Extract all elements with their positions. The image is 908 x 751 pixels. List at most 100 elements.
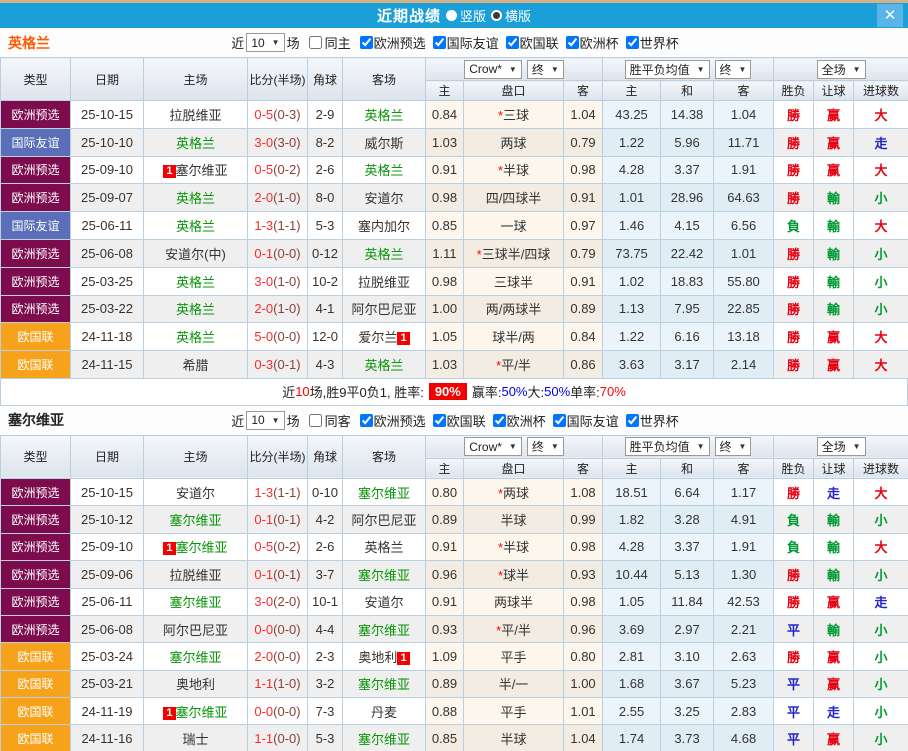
close-icon[interactable]: ✕ (877, 4, 903, 27)
fulltime-score: 5-0 (254, 329, 274, 345)
radio-checked-icon[interactable] (491, 10, 502, 21)
same-venue-label: 同主 (324, 36, 351, 51)
competition-checkbox[interactable] (552, 413, 566, 427)
lose-mean-cell: 6.56 (713, 211, 775, 240)
match-row: 国际友谊 25-06-11 英格兰 1-3(1-1) 5-3 塞内加尔 0.85 一球 0.97… (0, 211, 908, 240)
win-mean-cell: 1.02 (602, 266, 662, 296)
handicap-cell: 三球半 (463, 266, 564, 296)
handicap-cell: *平/半 (463, 614, 564, 644)
date-cell: 25-06-11 (70, 587, 144, 616)
competition-type-cell: 欧国联 (0, 350, 71, 379)
halftime-score: (0-2) (273, 162, 301, 178)
full-match-select[interactable]: 全场 ▼ (816, 437, 866, 457)
handicap-result-cell: 走 (813, 477, 855, 507)
team-name: 英格兰 (175, 330, 215, 346)
radio-unchecked-icon[interactable] (445, 10, 457, 21)
away-odds-cell: 0.98 (562, 532, 604, 562)
match-row: 欧国联 24-11-19 1 塞尔维亚 0-0(0-0) 7-3 丹麦 0.88 平手 1.01 2… (0, 697, 908, 726)
final-wdl-select[interactable]: 终 ▼ (714, 59, 752, 79)
away-odds-cell: 0.86 (562, 350, 604, 379)
away-team-cell: 英格兰 (342, 155, 426, 185)
handicap-value: 平/半 (501, 358, 531, 374)
competition-checkbox[interactable] (492, 413, 506, 427)
away-odds-cell: 0.98 (562, 587, 604, 616)
competition-checkbox[interactable] (505, 36, 519, 49)
home-team-cell: 1 塞尔维亚 (143, 155, 248, 185)
win-mean-cell: 18.51 (602, 477, 662, 507)
competition-label: 世界杯 (639, 413, 679, 429)
final-wdl-select[interactable]: 终 ▼ (714, 437, 752, 457)
handicap-value: 三球半/四球 (481, 246, 551, 262)
win-rate-badge: 90% (428, 383, 467, 401)
competition-label: 世界杯 (639, 36, 679, 51)
lose-mean-cell: 22.85 (713, 294, 775, 324)
fulltime-score: 2-0 (254, 649, 274, 664)
odds-source-select[interactable]: Crow* ▼ (464, 59, 522, 79)
same-venue-checkbox[interactable] (308, 413, 322, 427)
fulltime-score: 2-0 (254, 301, 274, 317)
score-cell: 2-0(1-0) (247, 294, 308, 324)
col-home: 主场 (143, 434, 248, 479)
near-label: 近 (231, 36, 245, 51)
fulltime-score: 0-1 (254, 566, 274, 582)
fulltime-score: 1-1 (254, 731, 274, 747)
competition-checkbox[interactable] (432, 36, 446, 49)
chevron-down-icon: ▼ (852, 442, 861, 452)
win-mean-cell: 1.68 (602, 669, 662, 699)
team-name: 拉脱维亚 (169, 567, 222, 583)
date-cell: 25-06-08 (70, 614, 144, 644)
fulltime-score: 1-3 (254, 218, 274, 234)
corner-cell: 2-3 (307, 642, 343, 671)
halftime-score: (0-0) (273, 245, 301, 261)
date-cell: 25-03-24 (70, 642, 144, 671)
handicap-result-cell: 輸 (813, 532, 855, 562)
away-odds-cell: 1.04 (562, 724, 604, 751)
team-name: 英格兰 (364, 540, 404, 556)
match-count-select[interactable]: 10 ▼ (246, 410, 285, 430)
fulltime-score: 0-3 (254, 357, 274, 373)
handicap-cell: *平/半 (463, 350, 564, 379)
competition-checkbox[interactable] (625, 36, 639, 49)
draw-mean-cell: 3.37 (660, 532, 715, 562)
same-venue-checkbox[interactable] (308, 36, 322, 49)
handicap-value: 两/两球半 (485, 302, 542, 318)
corner-cell: 2-6 (307, 155, 343, 185)
final-odds-select[interactable]: 终 ▼ (526, 437, 564, 457)
match-count-select[interactable]: 10 ▼ (246, 33, 285, 52)
lose-mean-cell: 2.14 (713, 350, 775, 379)
final-odds-select[interactable]: 终 ▼ (526, 59, 564, 79)
full-match-select[interactable]: 全场 ▼ (816, 59, 866, 79)
wdl-mean-select[interactable]: 胜平负均值 ▼ (624, 437, 710, 457)
home-odds-cell: 0.98 (425, 266, 464, 296)
competition-type-cell: 欧洲预选 (0, 505, 71, 534)
result-cell: 平 (773, 614, 815, 644)
competition-checkbox[interactable] (359, 36, 373, 49)
radio-vertical-layout[interactable]: 竖版 (445, 6, 486, 25)
radio-horizontal-layout[interactable]: 横版 (491, 6, 531, 25)
draw-mean-cell: 22.42 (660, 238, 715, 268)
col-goals-result: 进球数 (853, 80, 908, 101)
draw-mean-cell: 11.84 (660, 587, 715, 616)
titlebar: 近期战绩 竖版 横版 ✕ (0, 3, 908, 28)
handicap-cell: *两球 (463, 477, 564, 507)
result-cell: 負 (773, 505, 815, 534)
away-team-cell: 塞尔维亚 (342, 614, 426, 644)
col-home: 主场 (143, 57, 248, 101)
competition-checkbox[interactable] (359, 413, 373, 427)
score-cell: 1-3(1-1) (247, 477, 308, 507)
competition-checkbox[interactable] (432, 413, 446, 427)
lose-mean-cell: 1.91 (713, 532, 775, 562)
wdl-mean-select[interactable]: 胜平负均值 ▼ (624, 59, 710, 79)
goals-result-cell: 小 (853, 642, 908, 671)
halftime-score: (0-0) (273, 621, 301, 637)
win-mean-cell: 1.46 (602, 211, 662, 240)
home-team-cell: 拉脱维亚 (143, 560, 248, 589)
team-name: 瑞士 (182, 732, 209, 748)
away-odds-cell: 0.91 (562, 183, 604, 213)
halftime-score: (1-0) (273, 301, 301, 317)
odds-source-select[interactable]: Crow* ▼ (464, 437, 522, 457)
competition-checkbox[interactable] (565, 36, 579, 49)
win-mean-cell: 2.81 (602, 642, 662, 671)
result-cell: 勝 (773, 155, 815, 185)
competition-checkbox[interactable] (625, 413, 639, 427)
